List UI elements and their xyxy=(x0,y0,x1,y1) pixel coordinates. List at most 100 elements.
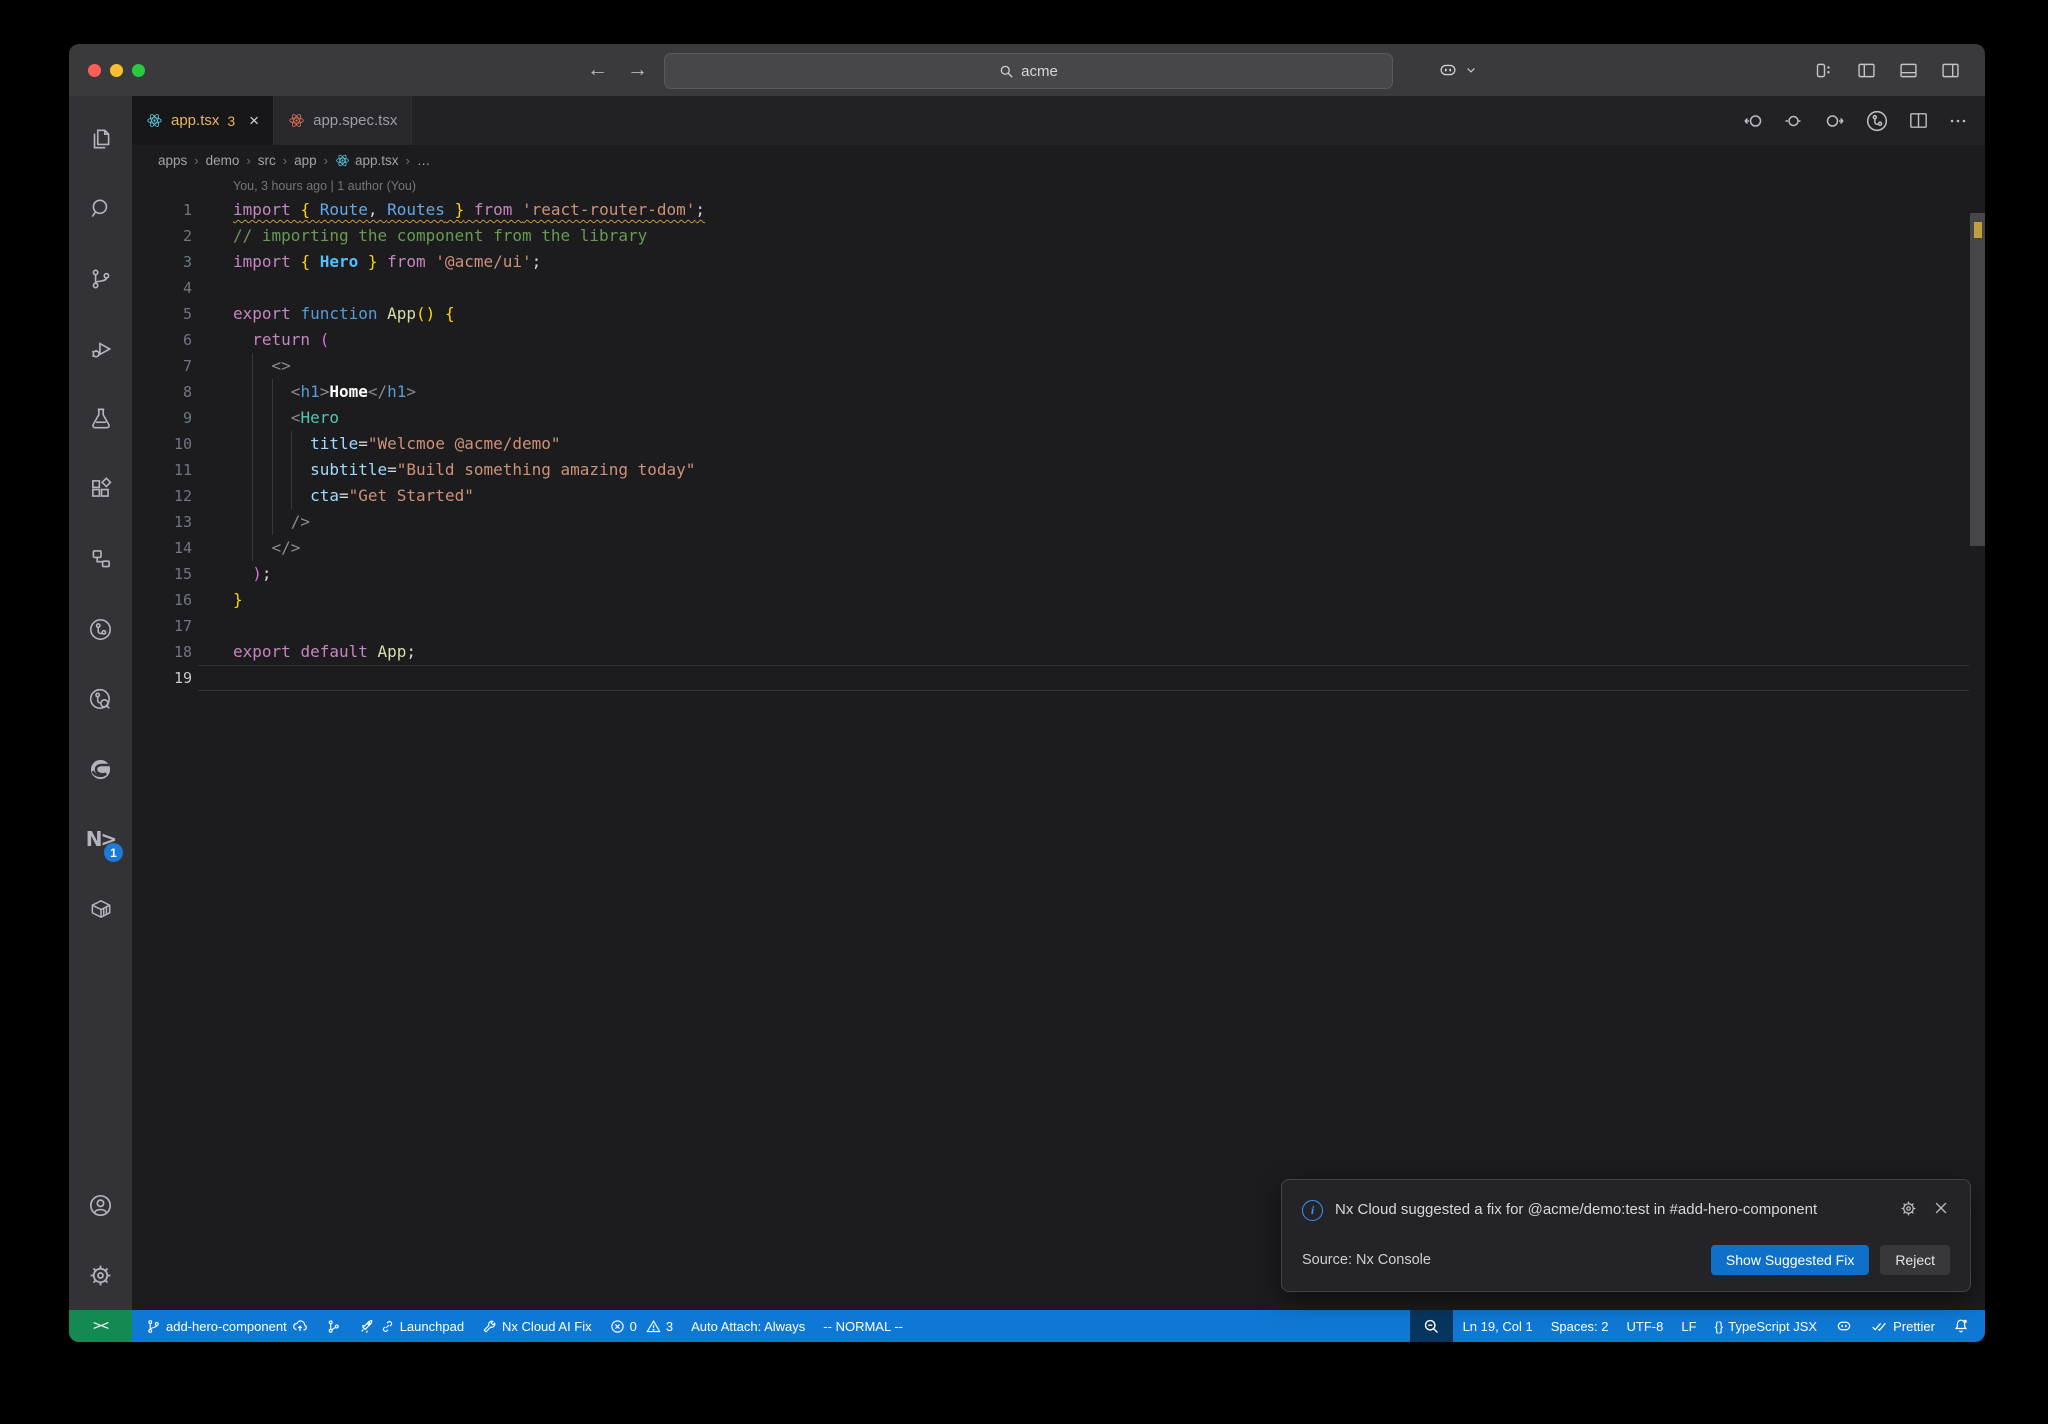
encoding-status-item[interactable]: UTF-8 xyxy=(1619,1310,1672,1342)
reject-button[interactable]: Reject xyxy=(1880,1245,1950,1275)
code-line[interactable]: 18 export default App; xyxy=(132,639,1985,665)
gitlens-current-icon[interactable] xyxy=(1782,109,1806,133)
git-blame-annotation: You, 3 hours ago | 1 author (You) xyxy=(233,179,417,193)
code-line[interactable]: 9 <Hero xyxy=(132,405,1985,431)
notification-message: Nx Cloud suggested a fix for @acme/demo:… xyxy=(1335,1200,1818,1218)
toggle-secondary-sidebar-icon[interactable] xyxy=(1940,60,1961,81)
code-line-content: import { Route, Routes } from 'react-rou… xyxy=(233,200,706,219)
settings-button[interactable] xyxy=(69,1240,132,1310)
eol-status-item[interactable]: LF xyxy=(1673,1310,1704,1342)
tab-app-spec-tsx[interactable]: app.spec.tsx xyxy=(274,96,413,145)
problems-status-item[interactable]: 0 3 xyxy=(602,1310,681,1342)
chevron-down-icon[interactable] xyxy=(1465,64,1477,76)
copilot-icon[interactable] xyxy=(1437,59,1459,81)
copilot-status-item[interactable] xyxy=(1827,1310,1861,1342)
activity-nx-console[interactable]: N> 1 xyxy=(69,804,132,874)
eol-label: LF xyxy=(1681,1318,1697,1334)
activity-gitlens[interactable] xyxy=(69,594,132,664)
code-line[interactable]: 16} xyxy=(132,587,1985,613)
code-line-content: </> xyxy=(271,538,301,557)
more-actions-icon[interactable] xyxy=(1947,110,1969,132)
breadcrumb-item[interactable]: app xyxy=(294,153,317,168)
code-line[interactable]: 2 // importing the component from the lib… xyxy=(132,223,1985,249)
close-window-button[interactable] xyxy=(88,63,101,77)
account-button[interactable] xyxy=(69,1170,132,1240)
zoom-window-button[interactable] xyxy=(132,63,145,77)
code-line[interactable]: 10 title="Welcmoe @acme/demo" xyxy=(132,431,1985,457)
code-line[interactable]: 14 </> xyxy=(132,535,1985,561)
vertical-scrollbar[interactable] xyxy=(1970,213,1985,546)
code-line[interactable]: 13 /> xyxy=(132,509,1985,535)
notifications-bell-status-item[interactable] xyxy=(1945,1310,1977,1342)
code-line[interactable]: 11 subtitle="Build something amazing tod… xyxy=(132,457,1985,483)
code-line[interactable]: 19 xyxy=(132,665,1985,691)
cursor-position-status-item[interactable]: Ln 19, Col 1 xyxy=(1455,1310,1541,1342)
breadcrumb-item[interactable]: … xyxy=(417,153,431,168)
line-number: 1 xyxy=(182,201,192,219)
code-line[interactable]: 12 cta="Get Started" xyxy=(132,483,1985,509)
zoom-status-item[interactable] xyxy=(1409,1310,1453,1342)
indentation-status-item[interactable]: Spaces: 2 xyxy=(1543,1310,1617,1342)
code-line[interactable]: 4 xyxy=(132,275,1985,301)
activity-commit-search[interactable] xyxy=(69,664,132,734)
activity-edge-browser[interactable] xyxy=(69,734,132,804)
breadcrumb-separator: › xyxy=(282,152,288,168)
breadcrumb-item[interactable]: app.tsx xyxy=(335,153,399,168)
git-branch-icon xyxy=(92,269,109,289)
breadcrumb-item[interactable]: apps xyxy=(158,153,187,168)
toggle-primary-sidebar-icon[interactable] xyxy=(1856,60,1877,81)
remote-indicator[interactable]: >< xyxy=(69,1310,132,1342)
vim-mode-status-item[interactable]: -- NORMAL -- xyxy=(815,1310,911,1342)
launchpad-status-item[interactable]: Launchpad xyxy=(351,1310,472,1342)
line-number: 5 xyxy=(182,305,192,323)
activity-search[interactable] xyxy=(69,174,132,244)
code-line[interactable]: 8 <h1>Home</h1> xyxy=(132,379,1985,405)
activity-extensions[interactable] xyxy=(69,454,132,524)
breadcrumb-item[interactable]: demo xyxy=(206,153,240,168)
command-center-search[interactable]: acme xyxy=(664,53,1393,89)
code-line[interactable]: 15 ); xyxy=(132,561,1985,587)
gitlens-back-icon[interactable] xyxy=(1741,109,1765,133)
activity-references[interactable] xyxy=(69,524,132,594)
close-tab-icon[interactable]: × xyxy=(249,112,259,129)
activity-run-and-debug[interactable] xyxy=(69,314,132,384)
language-mode-status-item[interactable]: {} TypeScript JSX xyxy=(1707,1310,1826,1342)
gitlens-forward-icon[interactable] xyxy=(1823,109,1847,133)
activity-containers[interactable] xyxy=(69,874,132,944)
code-editor[interactable]: You, 3 hours ago | 1 author (You) 1 impor… xyxy=(132,175,1985,1310)
code-line[interactable]: 17 xyxy=(132,613,1985,639)
code-line[interactable]: 6 return ( xyxy=(132,327,1985,353)
activity-explorer[interactable] xyxy=(69,104,132,174)
tab-app-tsx[interactable]: app.tsx 3 × xyxy=(132,96,275,145)
close-notification-icon[interactable] xyxy=(1932,1199,1950,1217)
wrench-icon xyxy=(483,1320,496,1333)
navigate-back-icon[interactable]: ← xyxy=(587,44,608,96)
show-suggested-fix-button[interactable]: Show Suggested Fix xyxy=(1710,1245,1870,1275)
auto-attach-label: Auto Attach: Always xyxy=(691,1318,806,1334)
activity-testing[interactable] xyxy=(69,384,132,454)
code-line[interactable]: 1 import { Route, Routes } from 'react-ro… xyxy=(132,197,1985,223)
activity-source-control[interactable] xyxy=(69,244,132,314)
breadcrumb-item[interactable]: src xyxy=(258,153,276,168)
circle-branch-search-icon xyxy=(89,688,110,709)
code-line[interactable]: 5 export function App() { xyxy=(132,301,1985,327)
toggle-panel-icon[interactable] xyxy=(1898,60,1919,81)
git-graph-icon[interactable] xyxy=(1864,108,1890,134)
code-line[interactable]: 7 <> xyxy=(132,353,1985,379)
navigate-forward-icon[interactable]: → xyxy=(627,44,648,96)
edge-icon xyxy=(90,759,111,779)
code-line[interactable]: 3 import { Hero } from '@acme/ui'; xyxy=(132,249,1985,275)
code-line-content: // importing the component from the libr… xyxy=(233,226,648,245)
minimize-window-button[interactable] xyxy=(110,63,123,77)
zoom-out-icon xyxy=(1424,1319,1438,1333)
branch-status-item[interactable]: add-hero-component xyxy=(138,1310,316,1342)
notification-settings-gear-icon[interactable] xyxy=(1899,1199,1918,1218)
git-graph-status-item[interactable] xyxy=(318,1310,349,1342)
nx-cloud-fix-status-item[interactable]: Nx Cloud AI Fix xyxy=(474,1310,600,1342)
customize-layout-icon[interactable] xyxy=(1814,60,1835,81)
breadcrumb-label: app.tsx xyxy=(354,152,399,168)
prettier-status-item[interactable]: Prettier xyxy=(1863,1310,1943,1342)
auto-attach-status-item[interactable]: Auto Attach: Always xyxy=(683,1310,813,1342)
split-editor-icon[interactable] xyxy=(1907,109,1930,132)
account-icon xyxy=(89,1194,112,1216)
